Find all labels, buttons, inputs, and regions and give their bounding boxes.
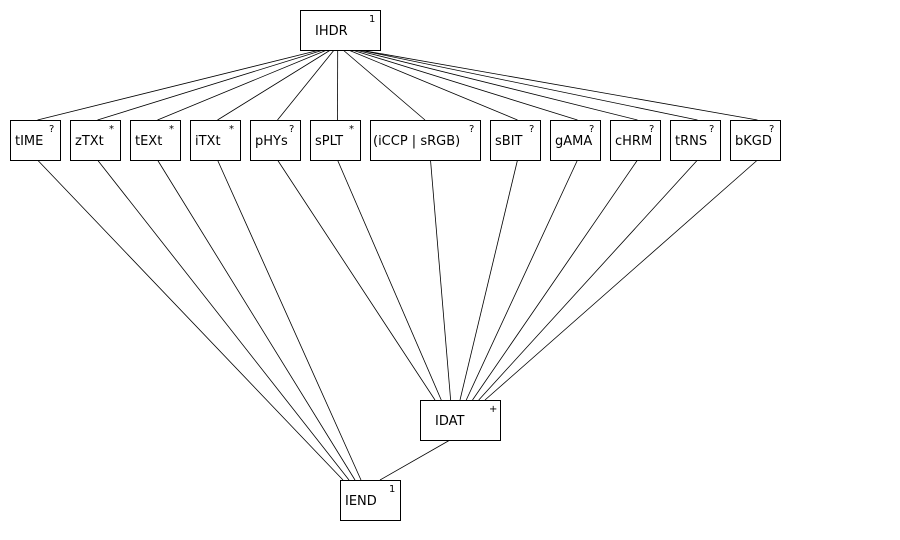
edge-ihdr-to-sbit	[348, 49, 518, 121]
edge-bkgd-to-idat	[484, 159, 758, 401]
edge-ihdr-to-iccp_srgb	[342, 49, 426, 121]
edge-idat-to-iend	[379, 439, 451, 481]
node-label: IDAT	[435, 414, 464, 429]
node-multiplicity: ?	[769, 124, 774, 135]
node-multiplicity: *	[349, 124, 354, 135]
node-label: IHDR	[315, 24, 348, 39]
edge-text-to-iend	[157, 159, 356, 481]
edge-trns-to-idat	[478, 159, 698, 401]
edge-ihdr-to-text	[157, 49, 328, 121]
node-label: tEXt	[135, 134, 162, 149]
edge-itxt-to-iend	[217, 159, 362, 481]
edge-gama-to-idat	[465, 159, 578, 401]
nodes: IHDR 1 tIME? zTXt * tEXt * iTXt * pHYs? sPLT * (iCCP…	[10, 10, 781, 521]
edge-phys-to-idat	[277, 159, 436, 401]
node-gama: gAMA?	[550, 120, 601, 161]
node-multiplicity: +	[489, 404, 497, 415]
node-label: zTXt	[75, 134, 104, 149]
node-ztxt: zTXt *	[70, 120, 121, 161]
edge-ihdr-to-chrm	[355, 49, 638, 121]
node-multiplicity: 1	[389, 484, 395, 495]
node-multiplicity: ?	[589, 124, 594, 135]
node-trns: tRNS?	[670, 120, 721, 161]
node-label: tRNS	[675, 134, 707, 149]
edge-ihdr-to-gama	[351, 49, 578, 121]
node-phys: pHYs?	[250, 120, 301, 161]
node-multiplicity: ?	[649, 124, 654, 135]
node-bkgd: bKGD?	[730, 120, 781, 161]
node-sbit: sBIT?	[490, 120, 541, 161]
edge-ihdr-to-phys	[277, 49, 335, 121]
node-multiplicity: *	[229, 124, 234, 135]
edge-iccp_srgb-to-idat	[430, 159, 452, 401]
node-label: gAMA	[555, 134, 592, 149]
edge-ihdr-to-ztxt	[97, 49, 324, 121]
edge-ihdr-to-time	[37, 49, 320, 121]
node-ihdr: IHDR 1	[300, 10, 381, 51]
node-label: sBIT	[495, 134, 523, 149]
edge-time-to-iend	[37, 159, 344, 481]
node-multiplicity: 1	[369, 14, 375, 25]
chunk-ordering-diagram: IHDR 1 tIME? zTXt * tEXt * iTXt * pHYs? sPLT * (iCCP…	[10, 10, 781, 521]
node-multiplicity: ?	[529, 124, 534, 135]
node-label: cHRM	[615, 134, 652, 149]
node-multiplicity: *	[109, 124, 114, 135]
node-multiplicity: ?	[709, 124, 714, 135]
node-label: pHYs	[255, 134, 288, 149]
node-label: IEND	[345, 494, 377, 509]
edge-ztxt-to-iend	[97, 159, 350, 481]
node-itxt: iTXt *	[190, 120, 241, 161]
node-label: sPLT	[315, 134, 343, 149]
node-time: tIME?	[10, 120, 61, 161]
node-multiplicity: ?	[289, 124, 294, 135]
node-label: tIME	[15, 134, 43, 149]
node-multiplicity: ?	[469, 124, 474, 135]
node-label: (iCCP | sRGB)	[373, 134, 460, 149]
node-chrm: cHRM?	[610, 120, 661, 161]
node-label: bKGD	[735, 134, 772, 149]
edge-sbit-to-idat	[459, 159, 518, 401]
node-label: iTXt	[195, 134, 221, 149]
edges	[37, 49, 758, 481]
node-multiplicity: ?	[49, 124, 54, 135]
node-multiplicity: *	[169, 124, 174, 135]
node-iend: IEND 1	[340, 480, 401, 521]
node-splt: sPLT *	[310, 120, 361, 161]
node-text: tEXt *	[130, 120, 181, 161]
node-idat: IDAT +	[420, 400, 501, 441]
edge-ihdr-to-trns	[359, 49, 698, 121]
edge-splt-to-idat	[337, 159, 442, 401]
edge-ihdr-to-bkgd	[359, 49, 758, 121]
edge-chrm-to-idat	[472, 159, 638, 401]
node-iccp-srgb: (iCCP | sRGB)?	[370, 120, 481, 161]
edge-ihdr-to-itxt	[217, 49, 331, 121]
